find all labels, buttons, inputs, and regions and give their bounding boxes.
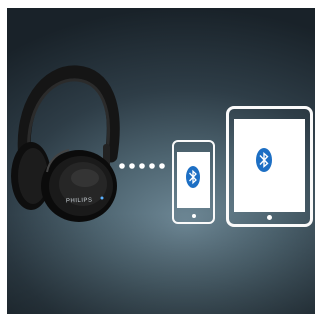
bluetooth-icon (256, 148, 272, 172)
product-image: PHILIPS (7, 8, 315, 314)
headphones-image (11, 65, 120, 222)
background-shading (7, 213, 315, 314)
tablet-home-button (267, 215, 272, 220)
connection-dots (119, 163, 165, 169)
bluetooth-icon (186, 166, 200, 188)
smartphone-device (172, 140, 215, 224)
tablet-device (226, 106, 313, 227)
smartphone-home-button (192, 214, 196, 218)
brand-logo-text: PHILIPS (65, 197, 93, 205)
